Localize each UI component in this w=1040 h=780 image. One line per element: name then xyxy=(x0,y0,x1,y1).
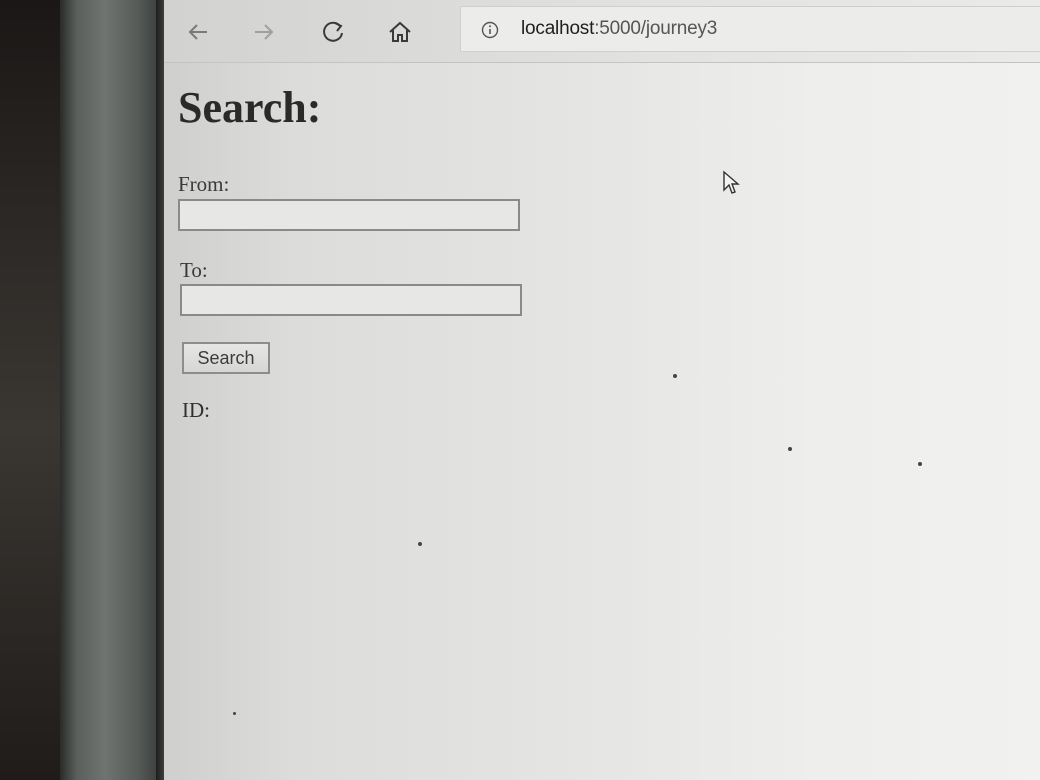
to-label: To: xyxy=(180,258,208,282)
home-icon xyxy=(389,21,411,42)
screen-speck xyxy=(788,447,792,451)
mouse-cursor-icon xyxy=(723,170,740,194)
back-button[interactable] xyxy=(180,14,216,50)
screen-speck xyxy=(418,542,422,546)
refresh-button[interactable] xyxy=(316,14,352,50)
screen-speck xyxy=(673,374,677,378)
back-arrow-icon xyxy=(188,24,207,40)
from-input[interactable] xyxy=(178,199,520,231)
address-bar[interactable]: localhost:5000/journey3 xyxy=(460,6,1040,52)
forward-arrow-icon xyxy=(255,24,274,40)
page-title: Search: xyxy=(178,83,322,132)
refresh-icon xyxy=(323,21,343,42)
from-label: From: xyxy=(178,172,230,196)
url-host: localhost xyxy=(521,18,595,39)
search-button[interactable]: Search xyxy=(182,342,270,374)
home-button[interactable] xyxy=(382,14,418,50)
url-path: :5000/journey3 xyxy=(594,18,718,39)
to-input[interactable] xyxy=(180,284,522,316)
screen-speck xyxy=(233,712,236,715)
screen-speck xyxy=(918,462,922,466)
page-content: Search: From: To: Search ID: xyxy=(178,62,1038,780)
browser-window: localhost:5000/journey3 Search: From: To… xyxy=(164,0,1040,780)
forward-button[interactable] xyxy=(246,14,282,50)
browser-toolbar: localhost:5000/journey3 xyxy=(164,0,1040,63)
url-text[interactable]: localhost:5000/journey3 xyxy=(521,18,717,40)
id-label: ID: xyxy=(182,398,210,422)
info-icon[interactable] xyxy=(481,21,499,39)
